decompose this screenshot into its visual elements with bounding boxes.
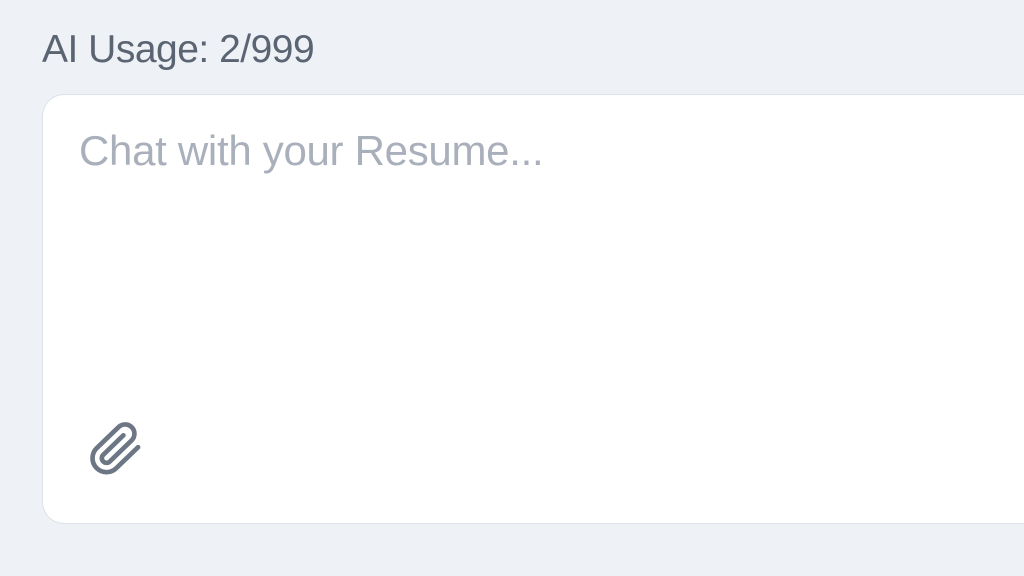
paperclip-icon [88, 419, 144, 482]
attach-button[interactable] [87, 421, 145, 479]
chat-input[interactable] [79, 127, 1000, 175]
chat-panel: AI Usage: 2/999 [0, 0, 1024, 576]
ai-usage-label: AI Usage: 2/999 [42, 28, 1024, 72]
chat-input-box [42, 94, 1024, 524]
